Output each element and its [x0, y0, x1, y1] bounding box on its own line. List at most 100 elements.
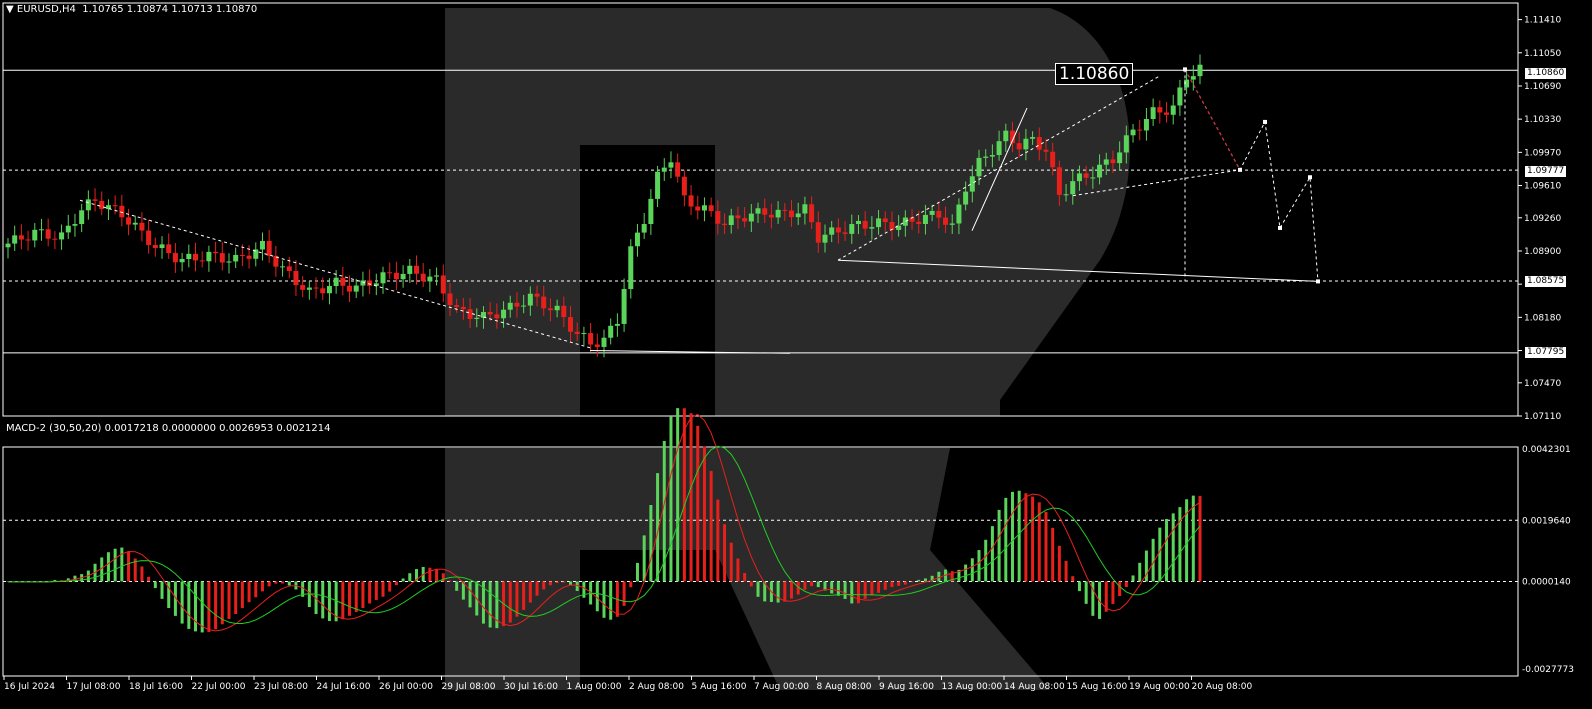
candle-body [855, 220, 861, 225]
time-axis-label: 30 Jul 16:00 [504, 682, 558, 692]
candle-body [186, 253, 192, 260]
candle-body [393, 272, 399, 280]
price-axis-label: 1.10690 [1524, 82, 1561, 92]
candle-body [246, 255, 252, 259]
level-tag-2: 1.08575 [1525, 276, 1567, 287]
candle-body [1197, 64, 1203, 77]
time-axis-label: 23 Jul 08:00 [254, 682, 308, 692]
dropdown-triangle-icon[interactable]: ▼ [6, 4, 14, 15]
price-axis-label: 1.08180 [1524, 313, 1561, 323]
candle-body [541, 296, 547, 309]
candle-body [1097, 164, 1103, 178]
candle-body [748, 213, 754, 222]
candle-body [1130, 129, 1136, 136]
candle-body [902, 217, 908, 226]
forecast-node [1183, 67, 1187, 72]
price-axis-label: 1.09610 [1524, 182, 1561, 192]
candle-body [815, 222, 821, 243]
candle-body [5, 243, 11, 248]
candle-body [628, 246, 634, 290]
forecast-node [1238, 167, 1242, 172]
candle-body [514, 302, 520, 307]
ohlc-values: 1.10765 1.10874 1.10713 1.10870 [82, 4, 258, 15]
candle-body [795, 213, 801, 218]
candle-body [668, 162, 674, 168]
candle-body [1076, 173, 1082, 182]
candle-body [547, 308, 553, 311]
candle-body [119, 205, 125, 218]
candle-body [1117, 152, 1123, 164]
time-axis-label: 9 Aug 16:00 [879, 682, 934, 692]
candle-body [59, 232, 65, 240]
candle-body [12, 235, 18, 244]
time-axis-label: 18 Jul 16:00 [129, 682, 183, 692]
macd-axis-label: -0.0027773 [1522, 665, 1574, 675]
candle-body [487, 312, 493, 315]
candle-body [929, 210, 935, 215]
candle-body [681, 176, 687, 196]
candle-body [936, 210, 942, 218]
price-axis-label: 1.11410 [1524, 16, 1561, 26]
candle-body [695, 206, 701, 211]
forecast-node [1308, 175, 1312, 180]
candle-body [1164, 112, 1170, 115]
candle-body [869, 227, 875, 229]
candle-body [179, 259, 185, 263]
candle-body [92, 199, 98, 201]
candle-body [413, 265, 419, 274]
candle-body [494, 314, 500, 319]
candle-body [742, 218, 748, 222]
candle-body [755, 208, 761, 214]
candle-body [916, 221, 922, 225]
candle-body [701, 205, 707, 211]
candle-body [213, 251, 219, 254]
candle-body [454, 305, 460, 307]
candle-body [735, 215, 741, 219]
candle-body [1190, 76, 1196, 80]
candle-body [112, 205, 118, 207]
forecast-node [1263, 119, 1267, 124]
symbol-label: EURUSD,H4 [16, 4, 76, 15]
time-axis-label: 5 Aug 16:00 [692, 682, 747, 692]
price-axis-label: 1.09260 [1524, 214, 1561, 224]
watermark-shape-top [445, 8, 1130, 416]
candle-body [1016, 143, 1022, 150]
candle-body [293, 271, 299, 286]
candle-body [708, 205, 714, 212]
candle-body [45, 229, 51, 239]
candle-body [226, 261, 232, 263]
time-axis-label: 15 Aug 16:00 [1067, 682, 1128, 692]
time-axis-label: 7 Aug 00:00 [754, 682, 809, 692]
candle-body [608, 325, 614, 338]
candle-body [534, 293, 540, 297]
price-axis-label: 1.09970 [1524, 148, 1561, 158]
candle-body [25, 239, 31, 241]
time-axis-label: 29 Jul 08:00 [442, 682, 496, 692]
candle-body [440, 275, 446, 294]
candle-body [822, 234, 828, 243]
candle-body [634, 232, 640, 247]
forecast-node [1316, 279, 1320, 284]
candle-body [326, 286, 332, 294]
candle-body [266, 240, 272, 256]
candle-body [829, 227, 835, 235]
candle-body [32, 229, 38, 241]
candle-body [1103, 159, 1109, 165]
candle-body [1143, 118, 1149, 131]
candle-body [447, 293, 453, 306]
candle-body [688, 195, 694, 207]
candle-body [480, 312, 486, 318]
candle-body [420, 273, 426, 282]
trading-chart[interactable]: 1.11410 1.11050 1.10690 1.10330 1.09970 1.096… [0, 0, 1592, 705]
candle-body [1170, 105, 1176, 115]
candle-body [380, 272, 386, 284]
candle-body [648, 198, 654, 225]
chart-canvas[interactable]: 1.11410 1.11050 1.10690 1.10330 1.09970 1.096… [0, 0, 1592, 705]
candle-body [99, 200, 105, 210]
candle-body [18, 235, 24, 240]
candle-body [1110, 159, 1116, 164]
candle-body [387, 272, 393, 274]
time-axis-label: 13 Aug 00:00 [942, 682, 1003, 692]
candle-body [353, 285, 359, 292]
candle-body [949, 223, 955, 225]
